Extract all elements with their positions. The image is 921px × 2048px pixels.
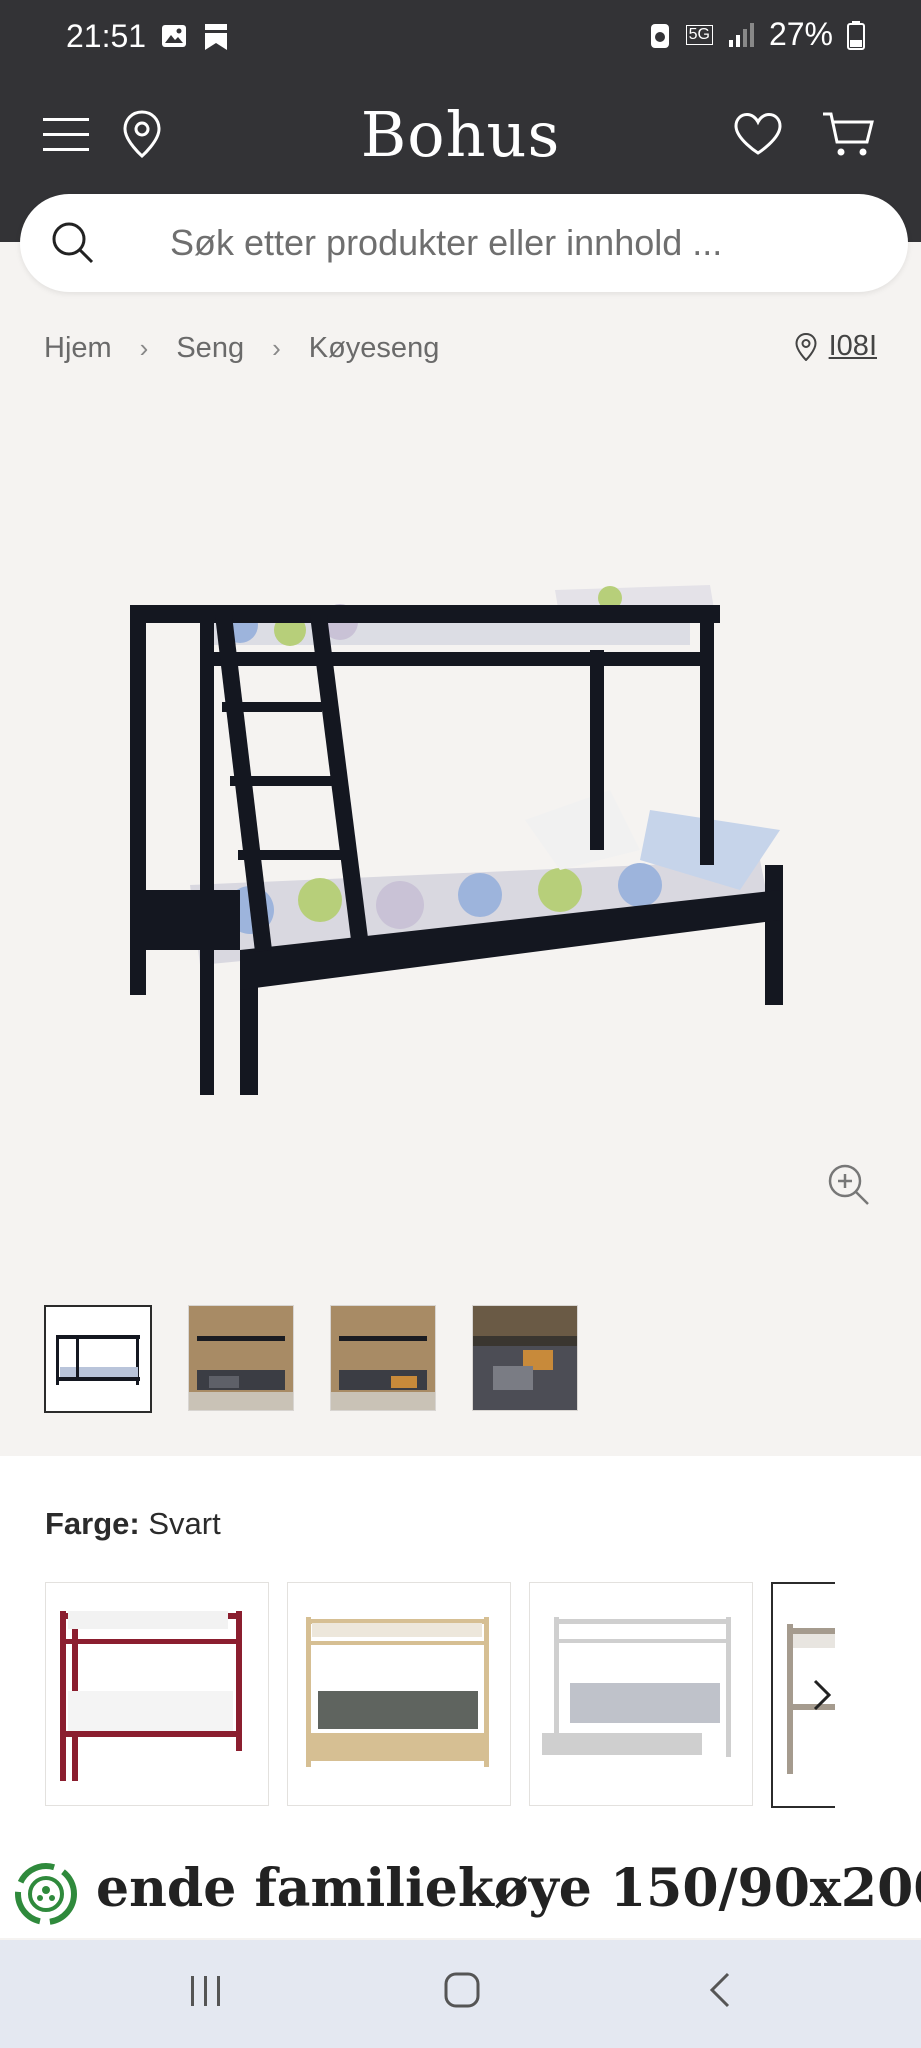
system-nav-bar xyxy=(0,1940,921,2048)
home-icon xyxy=(444,1972,480,2008)
thumbnail-3[interactable] xyxy=(330,1305,436,1411)
color-label-row: Farge: Svart xyxy=(45,1506,221,1542)
battery-percent: 27% xyxy=(768,16,833,52)
home-button[interactable] xyxy=(442,1970,482,2015)
recents-icon xyxy=(191,1976,220,2006)
thumbnail-strip xyxy=(44,1305,578,1413)
search-icon xyxy=(52,222,94,264)
heart-icon xyxy=(734,112,782,155)
variant-red[interactable] xyxy=(45,1582,269,1806)
store-selector[interactable]: I08I xyxy=(795,330,877,363)
battery-icon xyxy=(847,20,865,50)
color-variants xyxy=(45,1582,835,1808)
shopping-cart-icon xyxy=(823,112,874,156)
zoom-button[interactable] xyxy=(826,1162,872,1213)
location-pin-icon xyxy=(795,332,817,361)
data-saver-icon xyxy=(650,23,669,48)
breadcrumb: Hjem › Seng › Køyeseng xyxy=(44,332,439,365)
bookmark-notification-icon xyxy=(205,24,227,50)
thumbnail-4[interactable] xyxy=(472,1305,578,1411)
product-options-panel: Farge: Svart ende familiekøye 150/90x200 xyxy=(0,1456,921,1938)
recycle-badge-icon xyxy=(15,1863,77,1925)
variant-white[interactable] xyxy=(529,1582,753,1806)
breadcrumb-seng[interactable]: Seng xyxy=(176,332,244,365)
network-type: 5G xyxy=(685,24,713,45)
status-time: 21:51 xyxy=(66,18,147,54)
wishlist-button[interactable] xyxy=(728,104,788,164)
thumbnail-2[interactable] xyxy=(188,1305,294,1411)
thumbnail-1[interactable] xyxy=(44,1305,152,1413)
variant-natural[interactable] xyxy=(287,1582,511,1806)
back-icon xyxy=(709,1972,730,2008)
chevron-right-icon: › xyxy=(139,333,149,363)
product-image[interactable] xyxy=(0,390,921,1130)
cart-button[interactable] xyxy=(818,104,878,164)
recent-apps-button[interactable] xyxy=(188,1970,224,2015)
product-title: ende familiekøye 150/90x200 xyxy=(96,1858,921,1919)
status-bar: 21:51 5G 27% xyxy=(0,0,921,76)
signal-icon xyxy=(728,22,754,47)
chevron-right-icon xyxy=(813,1679,832,1711)
search-bar[interactable]: Søk etter produkter eller innhold ... xyxy=(20,194,908,292)
gallery-notification-icon xyxy=(162,25,186,47)
chevron-right-icon: › xyxy=(272,333,281,363)
back-button[interactable] xyxy=(706,1970,734,2015)
zoom-in-icon xyxy=(828,1164,869,1205)
search-input[interactable]: Søk etter produkter eller innhold ... xyxy=(170,222,722,264)
color-value: Svart xyxy=(148,1506,221,1541)
store-label[interactable]: I08I xyxy=(829,330,877,363)
breadcrumb-koyeseng[interactable]: Køyeseng xyxy=(309,332,440,365)
color-label: Farge: xyxy=(45,1506,140,1541)
breadcrumb-home[interactable]: Hjem xyxy=(44,332,112,365)
variants-next-button[interactable] xyxy=(812,1678,832,1717)
